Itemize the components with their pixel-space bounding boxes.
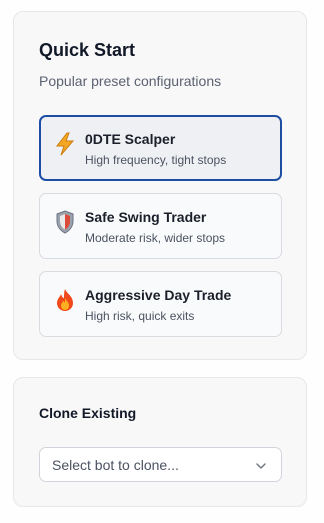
preset-description: High frequency, tight stops <box>85 153 227 167</box>
preset-name: Safe Swing Trader <box>85 209 207 225</box>
clone-bot-select[interactable]: Select bot to clone... <box>39 447 282 482</box>
preset-description: Moderate risk, wider stops <box>85 231 226 245</box>
clone-existing-title: Clone Existing <box>39 405 137 421</box>
quick-start-card: Quick Start Popular preset configuration… <box>13 11 307 360</box>
lightning-icon <box>52 131 78 157</box>
fire-icon <box>52 287 78 313</box>
preset-name: 0DTE Scalper <box>85 131 176 147</box>
clone-existing-card: Clone Existing Select bot to clone... <box>13 377 307 507</box>
preset-0dte-scalper[interactable]: 0DTE Scalper High frequency, tight stops <box>39 115 282 181</box>
quick-start-subtitle: Popular preset configurations <box>39 73 222 89</box>
shield-icon <box>52 209 78 235</box>
quick-start-title: Quick Start <box>39 40 136 60</box>
preset-description: High risk, quick exits <box>85 309 195 323</box>
preset-name: Aggressive Day Trade <box>85 287 232 303</box>
preset-aggressive-day-trade[interactable]: Aggressive Day Trade High risk, quick ex… <box>39 271 282 337</box>
chevron-down-icon <box>255 459 267 471</box>
preset-safe-swing-trader[interactable]: Safe Swing Trader Moderate risk, wider s… <box>39 193 282 259</box>
select-placeholder: Select bot to clone... <box>52 457 179 473</box>
